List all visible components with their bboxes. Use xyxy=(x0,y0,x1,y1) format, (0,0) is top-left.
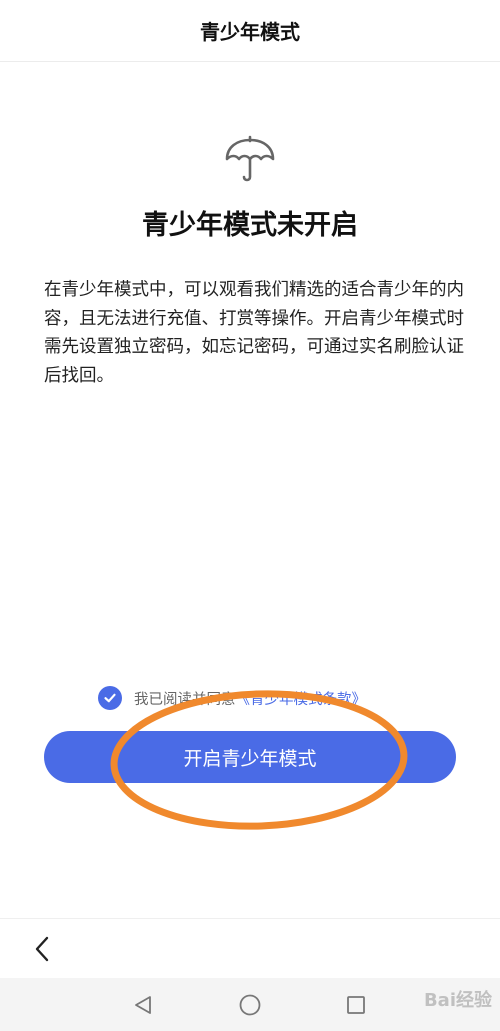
back-button[interactable] xyxy=(28,931,56,967)
agreement-row[interactable]: 我已阅读并同意 《青少年模式条款》 xyxy=(98,684,418,712)
terms-link[interactable]: 《青少年模式条款》 xyxy=(236,688,367,709)
circle-home-icon xyxy=(239,994,261,1016)
system-recents-button[interactable] xyxy=(341,990,371,1020)
system-home-button[interactable] xyxy=(235,990,265,1020)
triangle-back-icon xyxy=(135,996,151,1014)
chevron-left-icon xyxy=(35,936,49,962)
top-header: 青少年模式 xyxy=(0,0,500,62)
system-back-button[interactable] xyxy=(128,990,158,1020)
square-recents-icon xyxy=(347,996,365,1014)
umbrella-icon xyxy=(225,135,275,182)
watermark: Bai经验 xyxy=(423,990,492,1011)
mode-description: 在青少年模式中，可以观看我们精选的适合青少年的内容，且无法进行充值、打赏等操作。… xyxy=(44,280,464,386)
agreement-checkbox[interactable] xyxy=(98,686,122,710)
checkmark-icon xyxy=(104,693,116,703)
enable-teen-mode-button[interactable]: 开启青少年模式 xyxy=(44,731,456,783)
page-title: 青少年模式 xyxy=(200,20,300,44)
bottom-toolbar xyxy=(0,918,500,978)
agreement-text: 我已阅读并同意 xyxy=(134,691,236,708)
status-title: 青少年模式未开启 xyxy=(142,210,358,241)
